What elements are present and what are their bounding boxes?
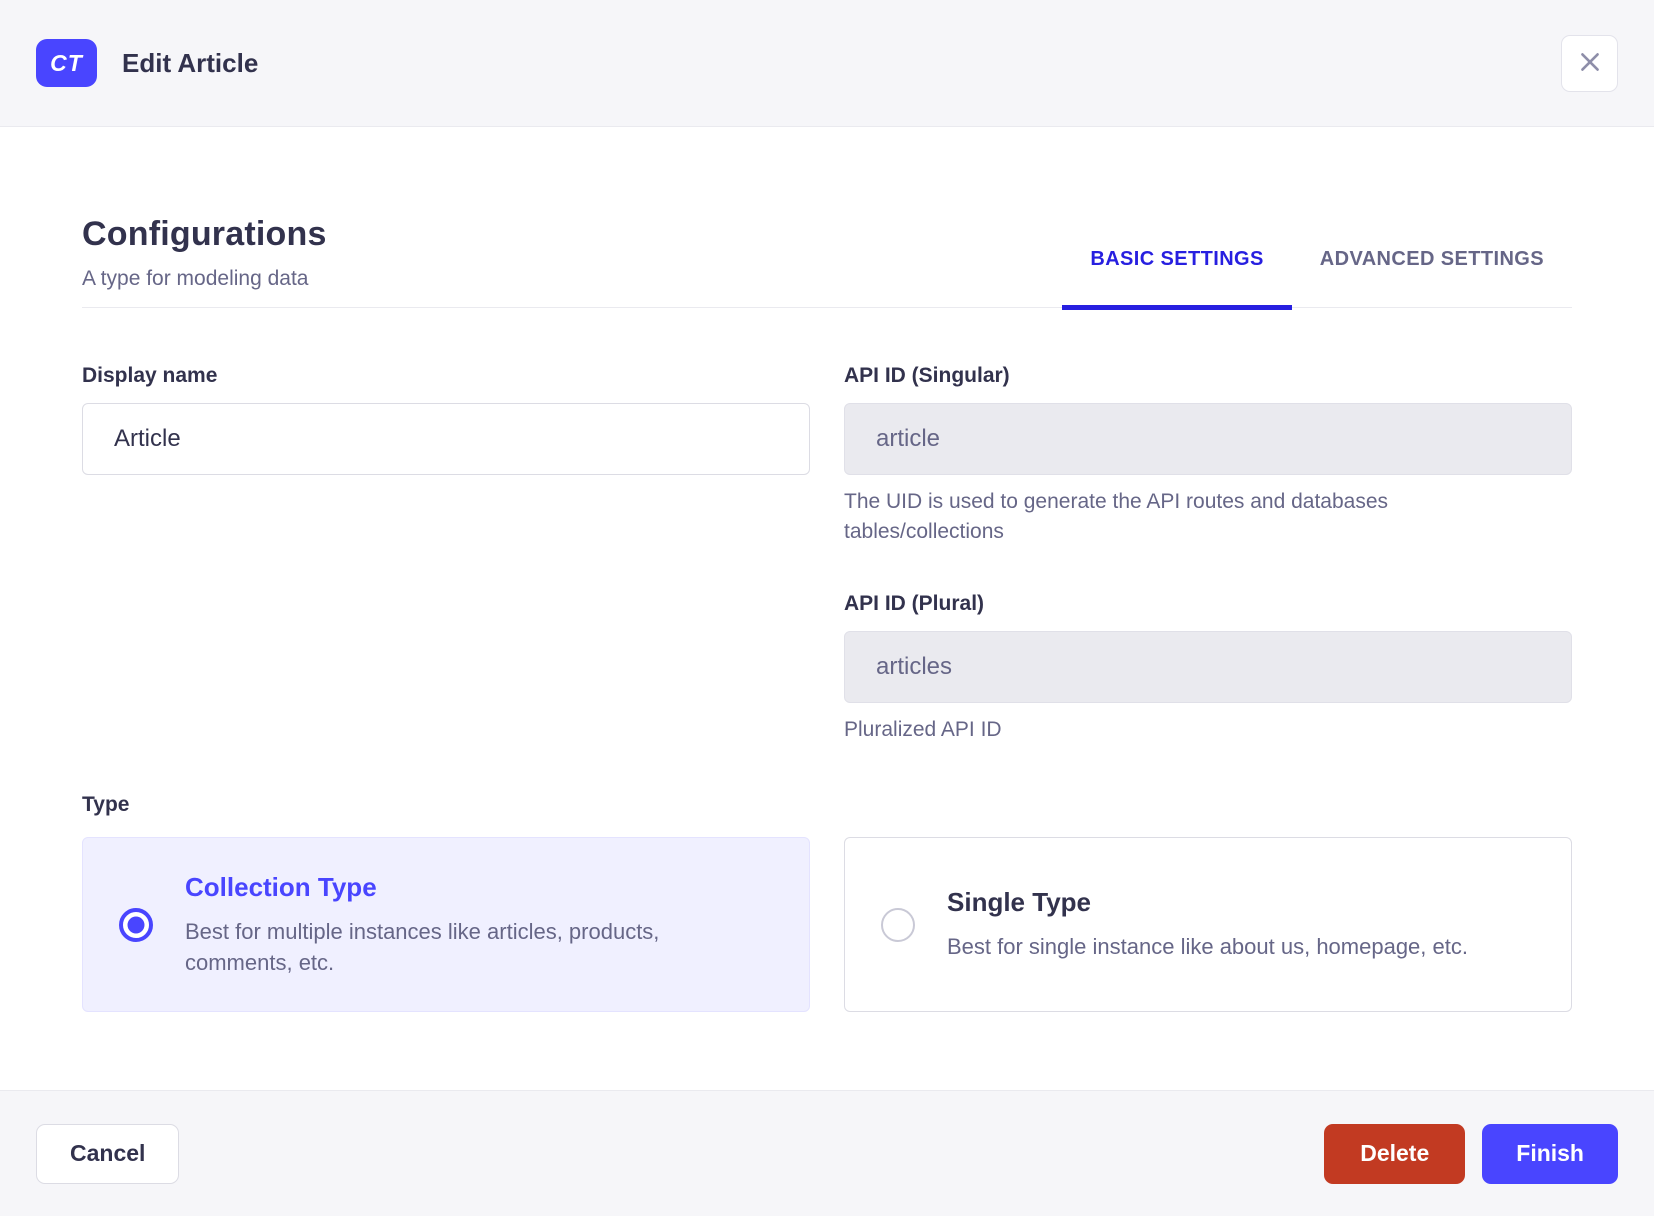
settings-tabs: BASIC SETTINGS ADVANCED SETTINGS	[1062, 248, 1572, 310]
delete-button[interactable]: Delete	[1324, 1123, 1466, 1184]
collection-type-description: Best for multiple instances like article…	[185, 918, 660, 975]
display-name-input[interactable]	[82, 403, 810, 475]
configuration-form: Display name API ID (Singular) The UID i…	[82, 364, 1572, 745]
tab-basic-settings[interactable]: BASIC SETTINGS	[1062, 248, 1292, 310]
finish-button[interactable]: Finish	[1482, 1123, 1618, 1184]
section-header: Configurations A type for modeling data …	[82, 215, 1572, 310]
section-titles: Configurations A type for modeling data	[82, 215, 327, 307]
api-id-singular-field: API ID (Singular) The UID is used to gen…	[844, 364, 1572, 548]
single-type-title: Single Type	[947, 887, 1091, 918]
type-options: Collection Type Best for multiple instan…	[82, 837, 1572, 1013]
display-name-field: Display name	[82, 364, 810, 548]
api-id-plural-field: API ID (Plural) Pluralized API ID	[844, 592, 1572, 745]
modal-body: Configurations A type for modeling data …	[0, 127, 1654, 1090]
type-label: Type	[82, 793, 130, 817]
close-button[interactable]	[1561, 34, 1618, 92]
tab-advanced-settings[interactable]: ADVANCED SETTINGS	[1292, 248, 1572, 310]
api-id-plural-helper: Pluralized API ID	[844, 717, 1002, 741]
close-icon	[1577, 49, 1603, 78]
single-type-option[interactable]: Single Type Best for single instance lik…	[844, 837, 1572, 1013]
collection-type-radio[interactable]	[119, 907, 153, 942]
single-type-description: Best for single instance like about us, …	[947, 934, 1468, 960]
content-type-badge: CT	[36, 39, 97, 87]
footer-actions: Delete Finish	[1324, 1123, 1618, 1184]
page-subtitle: A type for modeling data	[82, 267, 309, 290]
collection-type-option[interactable]: Collection Type Best for multiple instan…	[82, 837, 810, 1013]
collection-type-text: Collection Type Best for multiple instan…	[185, 872, 755, 978]
display-name-label: Display name	[82, 364, 218, 387]
api-id-plural-input	[844, 630, 1572, 703]
api-id-singular-label: API ID (Singular)	[844, 364, 1010, 387]
api-id-singular-input	[844, 403, 1572, 475]
modal-footer: Cancel Delete Finish	[0, 1090, 1654, 1216]
modal-header: CT Edit Article	[0, 0, 1654, 127]
api-id-singular-helper: The UID is used to generate the API rout…	[844, 490, 1389, 544]
type-section: Type Collection Type Best for multiple i…	[82, 793, 1572, 1013]
page-title: Configurations	[82, 215, 327, 253]
single-type-text: Single Type Best for single instance lik…	[947, 887, 1468, 962]
cancel-button[interactable]: Cancel	[36, 1123, 180, 1184]
modal-title: Edit Article	[122, 47, 259, 78]
edit-content-type-modal: CT Edit Article Configurations A type fo…	[0, 0, 1654, 1216]
content-type-badge-label: CT	[50, 49, 83, 76]
single-type-radio[interactable]	[881, 907, 915, 942]
api-id-plural-label: API ID (Plural)	[844, 591, 985, 615]
collection-type-title: Collection Type	[185, 871, 377, 902]
